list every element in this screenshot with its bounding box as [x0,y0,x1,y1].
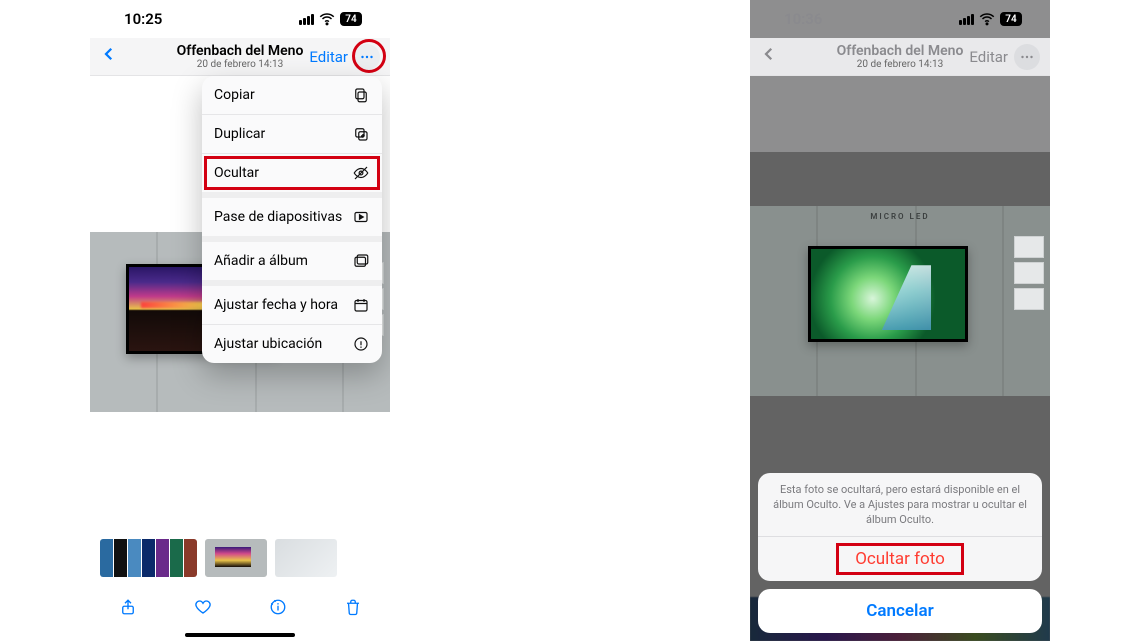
thumbnail-current[interactable] [205,539,267,577]
wifi-icon [978,10,996,28]
status-indicators: 74 [299,10,362,28]
bottom-toolbar [90,587,390,627]
menu-copy[interactable]: Copiar [202,76,382,115]
battery-icon: 74 [340,12,362,26]
favorite-button[interactable] [183,598,223,616]
menu-label: Duplicar [214,126,265,142]
cancel-button[interactable]: Cancelar [758,589,1042,633]
context-menu: Copiar Duplicar Ocultar Pase de diaposit… [202,76,382,363]
menu-adjust-date[interactable]: Ajustar fecha y hora [202,286,382,325]
sheet-action-label: Ocultar foto [855,549,945,569]
cellular-icon [299,14,314,25]
adjust-date-icon [352,296,370,314]
status-indicators: 74 [959,10,1022,28]
status-bar: 10:36 74 [750,0,1050,38]
back-button[interactable] [760,44,780,69]
battery-icon: 74 [1000,12,1022,26]
screenshot-left: 10:25 74 Offenbach del Meno 20 de febrer… [90,0,390,641]
sheet-message: Esta foto se ocultará, pero estará dispo… [758,473,1042,536]
adjust-location-icon [352,335,370,353]
menu-label: Ajustar ubicación [214,336,322,352]
menu-slideshow[interactable]: Pase de diapositivas [202,198,382,242]
edit-button[interactable]: Editar [309,48,348,66]
sheet-cancel-label: Cancelar [866,601,933,621]
duplicate-icon [352,125,370,143]
info-button[interactable] [258,598,298,616]
nav-bar: Offenbach del Meno 20 de febrero 14:13 E… [750,38,1050,76]
thumbnail-next[interactable] [275,539,337,577]
thumbnail-scrubber[interactable] [90,537,390,579]
status-bar: 10:25 74 [90,0,390,38]
trash-button[interactable] [333,598,373,616]
menu-label: Ajustar fecha y hora [214,297,338,313]
menu-adjust-location[interactable]: Ajustar ubicación [202,325,382,363]
menu-label: Copiar [214,87,255,103]
screenshot-right: 10:36 74 Offenbach del Meno 20 de febrer… [750,0,1050,641]
menu-add-album[interactable]: Añadir a álbum [202,242,382,286]
nav-bar: Offenbach del Meno 20 de febrero 14:13 E… [90,38,390,76]
more-button[interactable] [1014,44,1040,70]
menu-duplicate[interactable]: Duplicar [202,115,382,154]
menu-hide[interactable]: Ocultar [202,154,382,198]
copy-icon [352,86,370,104]
wifi-icon [318,10,336,28]
edit-button[interactable]: Editar [969,48,1008,66]
more-button[interactable] [354,44,380,70]
share-button[interactable] [108,598,148,616]
tv-in-photo [808,246,968,342]
cellular-icon [959,14,974,25]
status-time: 10:25 [124,10,162,28]
photo-content: MICRO LED [750,206,1050,396]
back-button[interactable] [100,44,120,69]
hide-icon [352,164,370,182]
thumbnail-group[interactable] [100,539,197,577]
microled-label: MICRO LED [870,212,929,221]
hide-photo-button[interactable]: Ocultar foto [758,537,1042,581]
action-sheet: Esta foto se ocultará, pero estará dispo… [758,473,1042,633]
menu-label: Añadir a álbum [214,253,308,269]
slideshow-icon [352,208,370,226]
add-album-icon [352,252,370,270]
status-time: 10:36 [784,10,822,28]
menu-label: Pase de diapositivas [214,209,342,225]
home-indicator[interactable] [185,633,295,637]
photo-viewer: MICRO LED Esta foto se ocultará, pero es… [750,76,1050,641]
menu-label: Ocultar [214,165,259,181]
